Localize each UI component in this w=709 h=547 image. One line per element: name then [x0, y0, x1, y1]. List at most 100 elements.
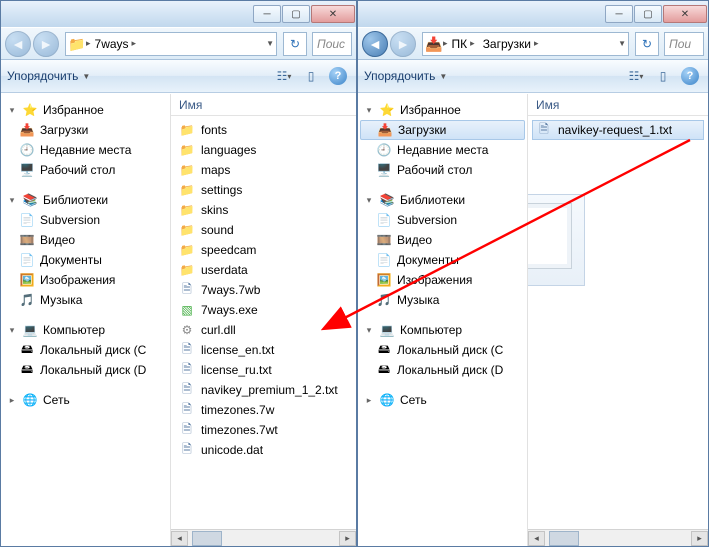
scroll-thumb[interactable] — [549, 531, 579, 546]
file-row[interactable]: 🗎 timezones.7w — [175, 400, 352, 420]
file-row[interactable]: 🗎 license_en.txt — [175, 340, 352, 360]
scroll-track[interactable] — [545, 531, 691, 546]
nav-item[interactable]: 🖴 Локальный диск (D — [360, 360, 525, 380]
nav-item[interactable]: 📄 Subversion — [3, 210, 168, 230]
nav-group-favorites[interactable]: ▾ ⭐ Избранное — [360, 100, 525, 120]
file-row[interactable]: 📁 skins — [175, 200, 352, 220]
scroll-thumb[interactable] — [192, 531, 222, 546]
view-menu-button[interactable]: ☷ ▾ — [624, 64, 648, 88]
nav-item[interactable]: 📥 Загрузки — [360, 120, 525, 140]
file-row[interactable]: ⚙ curl.dll — [175, 320, 352, 340]
file-icon: 🗎 — [179, 422, 195, 438]
address-dropdown-icon[interactable]: ▼ — [618, 39, 626, 48]
nav-item-label: Локальный диск (D — [40, 363, 146, 377]
nav-group-favorites[interactable]: ▾ ⭐ Избранное — [3, 100, 168, 120]
nav-item[interactable]: 🖥️ Рабочий стол — [360, 160, 525, 180]
column-header-name[interactable]: Имя — [528, 94, 708, 116]
view-menu-button[interactable]: ☷ ▾ — [272, 64, 296, 88]
nav-group-libraries[interactable]: ▾ 📚 Библиотеки — [360, 190, 525, 210]
back-button[interactable]: ◄ — [362, 31, 388, 57]
file-row[interactable]: 🗎 unicode.dat — [175, 440, 352, 460]
scroll-right-icon[interactable]: ▸ — [339, 531, 356, 546]
nav-group-network[interactable]: ▸ 🌐 Сеть — [3, 390, 168, 410]
forward-button[interactable]: ► — [390, 31, 416, 57]
file-row[interactable]: 🗎 7ways.7wb — [175, 280, 352, 300]
nav-group-libraries[interactable]: ▾ 📚 Библиотеки — [3, 190, 168, 210]
chevron-down-icon: ▾ — [7, 105, 17, 116]
minimize-button[interactable]: ─ — [253, 5, 281, 23]
maximize-button[interactable]: ▢ — [634, 5, 662, 23]
nav-item[interactable]: 🎵 Музыка — [3, 290, 168, 310]
nav-item[interactable]: 📄 Документы — [360, 250, 525, 270]
help-button[interactable]: ? — [678, 64, 702, 88]
nav-item[interactable]: 🎞️ Видео — [3, 230, 168, 250]
column-header-name[interactable]: Имя — [171, 94, 356, 116]
file-row[interactable]: 🗎 license_ru.txt — [175, 360, 352, 380]
scroll-left-icon[interactable]: ◂ — [528, 531, 545, 546]
nav-item[interactable]: 🖥️ Рабочий стол — [3, 160, 168, 180]
address-dropdown-icon[interactable]: ▼ — [266, 39, 274, 48]
back-button[interactable]: ◄ — [5, 31, 31, 57]
documents-icon: 📄 — [19, 252, 35, 268]
breadcrumb-segment[interactable]: Загрузки ▸ — [479, 37, 543, 51]
nav-group-label: Избранное — [400, 103, 461, 117]
nav-item[interactable]: 🎞️ Видео — [360, 230, 525, 250]
file-row[interactable]: 📁 settings — [175, 180, 352, 200]
search-input[interactable]: Поис — [312, 32, 352, 56]
refresh-button[interactable]: ↻ — [283, 32, 307, 56]
nav-item[interactable]: 🎵 Музыка — [360, 290, 525, 310]
nav-group-label: Библиотеки — [43, 193, 108, 207]
search-input[interactable]: Пои — [664, 32, 704, 56]
preview-pane-button[interactable]: ▯ — [299, 64, 323, 88]
horizontal-scrollbar[interactable]: ◂ ▸ — [171, 529, 356, 546]
nav-item[interactable]: 🕘 Недавние места — [360, 140, 525, 160]
disk-icon: 🖴 — [376, 362, 392, 378]
file-row[interactable]: 📁 speedcam — [175, 240, 352, 260]
nav-item-label: Локальный диск (C — [397, 343, 503, 357]
address-bar[interactable]: 📁 ▸ 7ways ▸ ▼ — [65, 32, 277, 56]
scroll-right-icon[interactable]: ▸ — [691, 531, 708, 546]
horizontal-scrollbar[interactable]: ◂ ▸ — [528, 529, 708, 546]
nav-group-network[interactable]: ▸ 🌐 Сеть — [360, 390, 525, 410]
scroll-left-icon[interactable]: ◂ — [171, 531, 188, 546]
nav-item[interactable]: 🖴 Локальный диск (C — [360, 340, 525, 360]
organize-menu[interactable]: Упорядочить ▼ — [364, 69, 447, 83]
nav-item[interactable]: 📄 Документы — [3, 250, 168, 270]
file-row[interactable]: 📁 sound — [175, 220, 352, 240]
file-row[interactable]: 🗎 navikey_premium_1_2.txt — [175, 380, 352, 400]
preview-pane-button[interactable]: ▯ — [651, 64, 675, 88]
scroll-track[interactable] — [188, 531, 339, 546]
file-row[interactable]: 📁 maps — [175, 160, 352, 180]
forward-button[interactable]: ► — [33, 31, 59, 57]
nav-item[interactable]: 🖼️ Изображения — [3, 270, 168, 290]
breadcrumb-segment[interactable]: 7ways ▸ — [91, 37, 141, 51]
minimize-button[interactable]: ─ — [605, 5, 633, 23]
maximize-button[interactable]: ▢ — [282, 5, 310, 23]
file-row[interactable]: ▧ 7ways.exe — [175, 300, 352, 320]
nav-group-computer[interactable]: ▾ 💻 Компьютер — [360, 320, 525, 340]
organize-menu[interactable]: Упорядочить ▼ — [7, 69, 90, 83]
desktop-icon: 🖥️ — [19, 162, 35, 178]
nav-item[interactable]: 🖴 Локальный диск (C — [3, 340, 168, 360]
file-row[interactable]: 🗎 timezones.7wt — [175, 420, 352, 440]
nav-item[interactable]: 📄 Subversion — [360, 210, 525, 230]
file-row[interactable]: 🗎 navikey-request_1.txt — [532, 120, 704, 140]
file-row[interactable]: 📁 fonts — [175, 120, 352, 140]
nav-item[interactable]: 🖼️ Изображения — [360, 270, 525, 290]
help-button[interactable]: ? — [326, 64, 350, 88]
refresh-button[interactable]: ↻ — [635, 32, 659, 56]
file-icon: 🗎 — [536, 122, 552, 138]
file-row[interactable]: 📁 userdata — [175, 260, 352, 280]
file-name: sound — [201, 223, 234, 237]
nav-item[interactable]: 📥 Загрузки — [3, 120, 168, 140]
close-button[interactable]: ✕ — [311, 5, 355, 23]
nav-item[interactable]: 🕘 Недавние места — [3, 140, 168, 160]
close-button[interactable]: ✕ — [663, 5, 707, 23]
nav-item[interactable]: 🖴 Локальный диск (D — [3, 360, 168, 380]
address-bar[interactable]: 📥 ▸ ПК ▸ Загрузки ▸ ▼ — [422, 32, 629, 56]
nav-group-computer[interactable]: ▾ 💻 Компьютер — [3, 320, 168, 340]
subversion-icon: 📄 — [376, 212, 392, 228]
breadcrumb-segment[interactable]: ПК ▸ — [448, 37, 479, 51]
file-row[interactable]: 📁 languages — [175, 140, 352, 160]
disk-icon: 🖴 — [376, 342, 392, 358]
